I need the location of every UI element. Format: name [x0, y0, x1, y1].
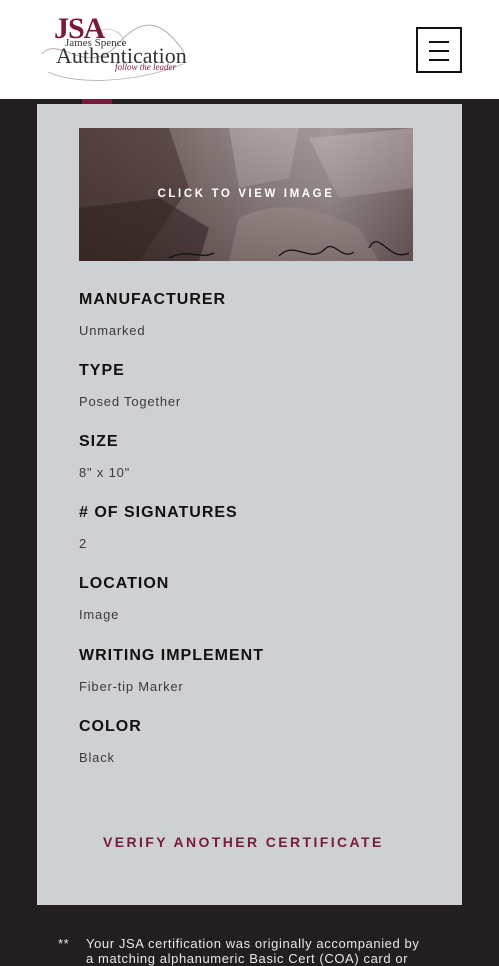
hamburger-menu-icon: [429, 41, 449, 43]
footnote-line-2: a matching alphanumeric Basic Cert (COA)…: [86, 951, 409, 966]
hamburger-menu-icon-line: [429, 50, 449, 52]
field-label-size: SIZE: [79, 433, 119, 450]
field-label-writing-implement: WRITING IMPLEMENT: [79, 647, 264, 664]
certificate-image-thumbnail[interactable]: CLICK TO VIEW IMAGE: [79, 128, 413, 261]
jsa-logo[interactable]: JSA James Spence Authentication follow t…: [38, 14, 188, 84]
footnote-text-1: Your JSA certification was originally ac…: [86, 936, 420, 951]
hamburger-menu-icon-line: [429, 59, 449, 61]
field-value-writing-implement: Fiber-tip Marker: [79, 679, 184, 694]
field-label-color: COLOR: [79, 718, 142, 735]
footnote-stars: **: [58, 936, 70, 951]
field-label-manufacturer: MANUFACTURER: [79, 291, 227, 308]
field-value-type: Posed Together: [79, 394, 182, 409]
field-value-location: Image: [79, 607, 120, 622]
footnote-line-1: ** Your JSA certification was originally …: [58, 936, 458, 951]
certificate-details-card: CLICK TO VIEW IMAGE MANUFACTURER Unmarke…: [37, 99, 462, 905]
field-value-manufacturer: Unmarked: [79, 323, 146, 338]
field-label-location: LOCATION: [79, 575, 170, 592]
field-value-size: 8" x 10": [79, 465, 131, 480]
card-accent-bar: [82, 99, 112, 104]
field-value-color: Black: [79, 750, 115, 765]
verify-another-certificate-link[interactable]: VERIFY ANOTHER CERTIFICATE: [103, 834, 384, 850]
logo-tagline: follow the leader: [115, 62, 176, 72]
field-label-type: TYPE: [79, 362, 125, 379]
field-value-signatures: 2: [79, 536, 88, 551]
footnote: ** Your JSA certification was originally …: [58, 936, 458, 966]
field-label-signatures: # OF SIGNATURES: [79, 504, 238, 521]
hamburger-menu-button[interactable]: [416, 27, 462, 73]
site-header: JSA James Spence Authentication follow t…: [0, 0, 499, 99]
view-image-label: CLICK TO VIEW IMAGE: [157, 188, 335, 200]
